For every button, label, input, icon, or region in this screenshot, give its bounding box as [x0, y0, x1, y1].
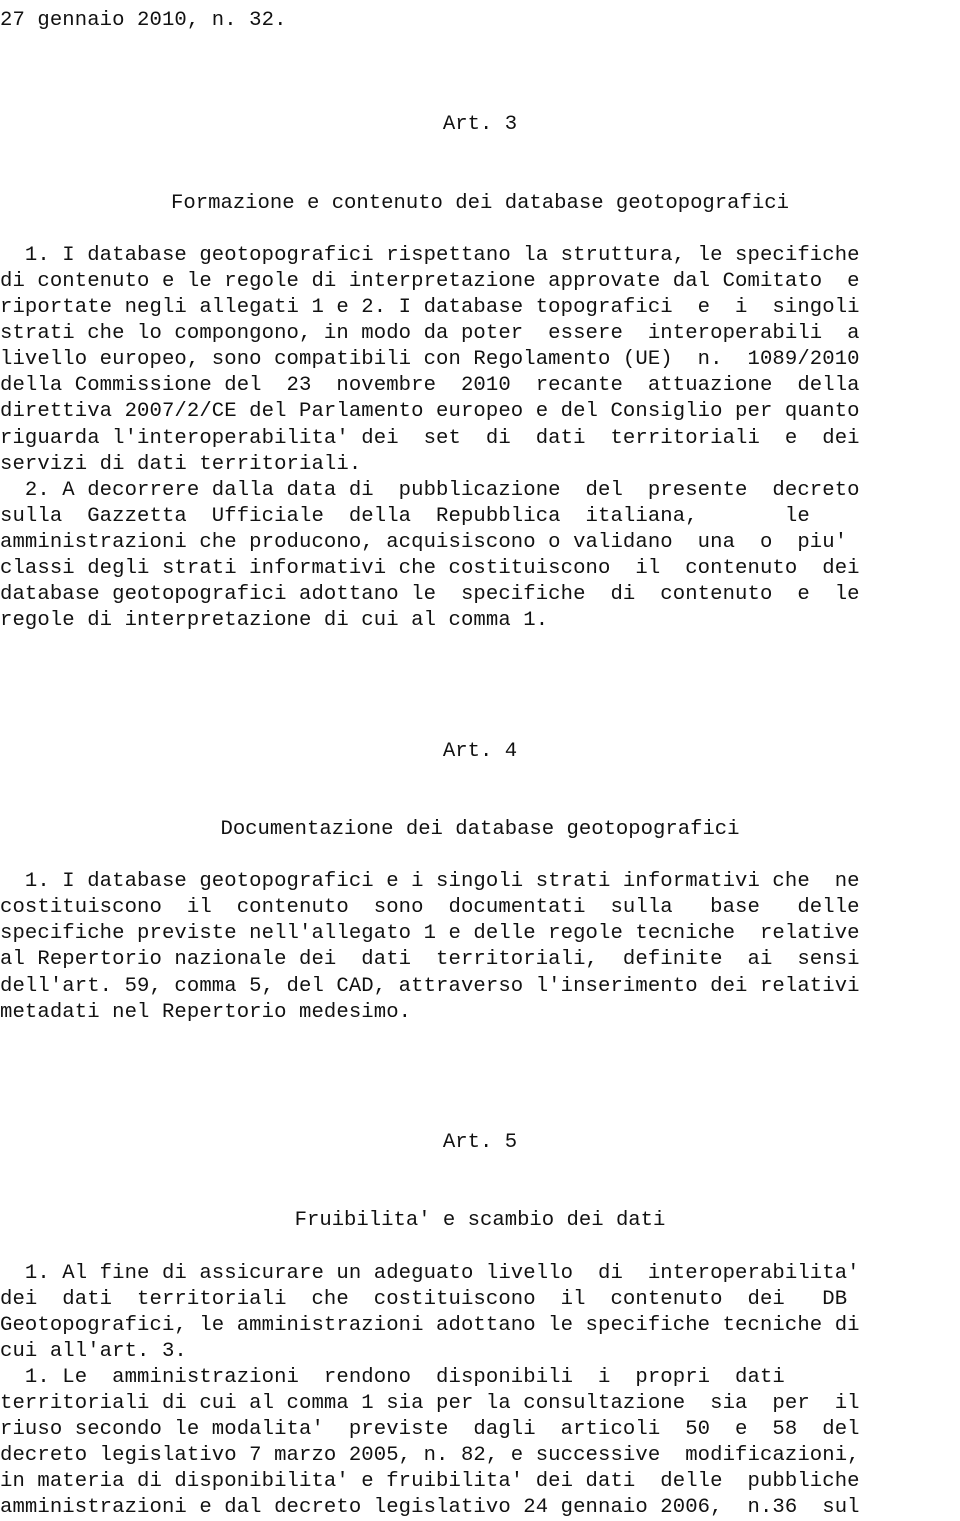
text-line: 1. I database geotopografici rispettano … [0, 243, 860, 267]
continuation-line: 27 gennaio 2010, n. 32. [0, 9, 287, 32]
article-number-art-3: Art. 3 [442, 113, 518, 137]
text-line: dei dati territoriali che costituiscono … [0, 1287, 848, 1311]
gap-art-5-title [0, 1156, 960, 1208]
text-line: della Commissione del 23 novembre 2010 r… [0, 374, 860, 398]
text-line: amministrazioni e dal decreto legislativ… [0, 1496, 860, 1520]
gap-art-4-title [0, 765, 960, 817]
text-line: riguarda l'interoperabilita' dei set di … [0, 426, 860, 450]
article-title-art-3: Formazione e contenuto dei database geot… [171, 191, 789, 215]
gap-before-art-3 [0, 34, 960, 112]
paragraph-art-3-1: 1. I database geotopografici rispettano … [0, 243, 960, 478]
text-line: decreto legislativo 7 marzo 2005, n. 82,… [0, 1444, 860, 1468]
text-line: al Repertorio nazionale dei dati territo… [0, 948, 860, 972]
gap-before-art-5 [0, 1026, 960, 1130]
text-line: direttiva 2007/2/CE del Parlamento europ… [0, 400, 860, 424]
text-line: cui all'art. 3. [0, 1339, 187, 1363]
text-line: livello europeo, sono compatibili con Re… [0, 348, 860, 372]
text-line: costituiscono il contenuto sono document… [0, 896, 860, 920]
text-line: riportate negli allegati 1 e 2. I databa… [0, 296, 860, 320]
text-line: Geotopografici, le amministrazioni adott… [0, 1313, 860, 1337]
article-number-art-4: Art. 4 [442, 739, 518, 763]
text-line: strati che lo compongono, in modo da pot… [0, 322, 860, 346]
text-line: 1. I database geotopografici e i singoli… [0, 870, 860, 894]
page-top-padding [0, 0, 960, 8]
text-line: classi degli strati informativi che cost… [0, 556, 860, 580]
text-line: di contenuto e le regole di interpretazi… [0, 269, 860, 293]
gap-art-3-title [0, 138, 960, 190]
text-line: 2. A decorrere dalla data di pubblicazio… [0, 478, 860, 502]
gap-after-art-3-title [0, 217, 960, 243]
text-line: servizi di dati territoriali. [0, 452, 362, 476]
text-line: 1. Le amministrazioni rendono disponibil… [0, 1365, 785, 1389]
text-line: database geotopografici adottano le spec… [0, 583, 860, 607]
text-line: regole di interpretazione di cui al comm… [0, 609, 549, 633]
text-line: dell'art. 59, comma 5, del CAD, attraver… [0, 974, 860, 998]
text-line: riuso secondo le modalita' previste dagl… [0, 1418, 860, 1442]
text-line: specifiche previste nell'allegato 1 e de… [0, 922, 860, 946]
paragraph-art-4-1: 1. I database geotopografici e i singoli… [0, 869, 960, 1026]
gap-after-art-5-title [0, 1234, 960, 1260]
text-line: metadati nel Repertorio medesimo. [0, 1000, 412, 1024]
article-title-art-5: Fruibilita' e scambio dei dati [294, 1209, 666, 1233]
paragraph-art-5-2: 1. Le amministrazioni rendono disponibil… [0, 1365, 960, 1521]
gap-before-art-4 [0, 634, 960, 738]
text-line: sulla Gazzetta Ufficiale della Repubblic… [0, 504, 810, 528]
paragraph-art-3-2: 2. A decorrere dalla data di pubblicazio… [0, 478, 960, 635]
document-page: 27 gennaio 2010, n. 32. Art. 3 Formazion… [0, 0, 960, 1519]
text-line: 1. Al fine di assicurare un adeguato liv… [0, 1261, 860, 1285]
article-number-art-5: Art. 5 [442, 1131, 518, 1155]
text-line: territoriali di cui al comma 1 sia per l… [0, 1392, 860, 1416]
gap-after-art-4-title [0, 843, 960, 869]
text-line: in materia di disponibilita' e fruibilit… [0, 1470, 860, 1494]
text-line: amministrazioni che producono, acquisisc… [0, 530, 848, 554]
article-title-art-4: Documentazione dei database geotopografi… [220, 817, 740, 841]
paragraph-art-5-1: 1. Al fine di assicurare un adeguato liv… [0, 1261, 960, 1365]
